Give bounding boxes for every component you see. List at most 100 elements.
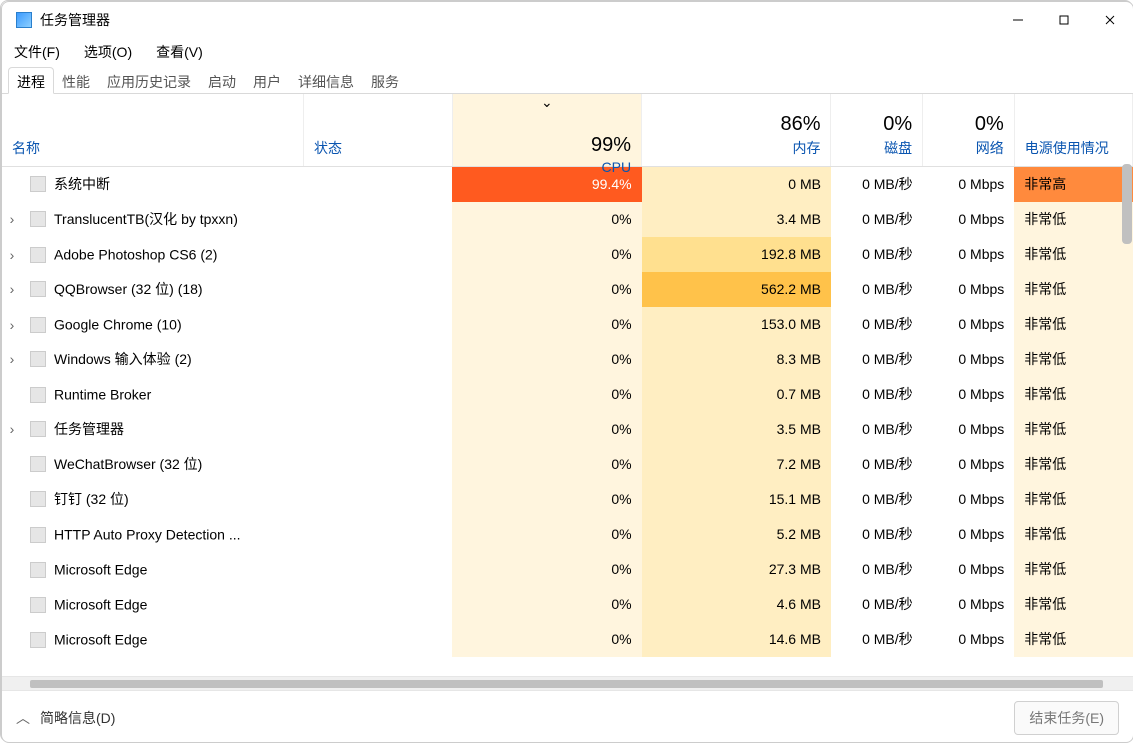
- process-name: Runtime Broker: [54, 387, 151, 403]
- table-row[interactable]: Runtime Broker0%0.7 MB0 MB/秒0 Mbps非常低: [2, 377, 1133, 412]
- expand-icon[interactable]: ›: [2, 281, 22, 297]
- cell-mem: 3.5 MB: [642, 412, 831, 447]
- table-row[interactable]: HTTP Auto Proxy Detection ...0%5.2 MB0 M…: [2, 517, 1133, 552]
- cell-mem: 4.6 MB: [642, 587, 831, 622]
- cell-status: [303, 272, 452, 307]
- cell-net: 0 Mbps: [923, 237, 1015, 272]
- tab-2[interactable]: 应用历史记录: [98, 67, 200, 94]
- cell-mem: 192.8 MB: [642, 237, 831, 272]
- tab-0[interactable]: 进程: [8, 67, 54, 94]
- cell-disk: 0 MB/秒: [831, 167, 923, 202]
- col-mem[interactable]: 86% 内存: [642, 94, 831, 167]
- cell-power: 非常低: [1014, 552, 1132, 587]
- col-disk-label: 磁盘: [841, 138, 912, 158]
- horizontal-scrollbar-thumb[interactable]: [30, 680, 1103, 688]
- table-row[interactable]: Microsoft Edge0%14.6 MB0 MB/秒0 Mbps非常低: [2, 622, 1133, 657]
- cell-power: 非常低: [1014, 622, 1132, 657]
- cell-disk: 0 MB/秒: [831, 342, 923, 377]
- expand-icon[interactable]: ›: [2, 317, 22, 333]
- process-name: Microsoft Edge: [54, 562, 147, 578]
- cell-mem: 0.7 MB: [642, 377, 831, 412]
- cell-status: [303, 412, 452, 447]
- table-row[interactable]: ›Google Chrome (10)0%153.0 MB0 MB/秒0 Mbp…: [2, 307, 1133, 342]
- details-toggle[interactable]: ︿ 简略信息(D): [16, 708, 115, 728]
- menu-view[interactable]: 查看(V): [152, 40, 207, 64]
- titlebar: 任务管理器: [2, 2, 1133, 38]
- table-row[interactable]: ›Adobe Photoshop CS6 (2)0%192.8 MB0 MB/秒…: [2, 237, 1133, 272]
- tab-4[interactable]: 用户: [244, 67, 290, 94]
- close-button[interactable]: [1087, 2, 1133, 38]
- table-row[interactable]: 钉钉 (32 位)0%15.1 MB0 MB/秒0 Mbps非常低: [2, 482, 1133, 517]
- expand-icon[interactable]: ›: [2, 247, 22, 263]
- menu-file[interactable]: 文件(F): [10, 40, 64, 64]
- menu-options[interactable]: 选项(O): [80, 40, 136, 64]
- cell-net: 0 Mbps: [923, 447, 1015, 482]
- cell-name: ›Google Chrome (10): [2, 307, 303, 342]
- table-row[interactable]: ›QQBrowser (32 位) (18)0%562.2 MB0 MB/秒0 …: [2, 272, 1133, 307]
- tab-3[interactable]: 启动: [199, 67, 245, 94]
- cell-name: Microsoft Edge: [2, 587, 303, 622]
- col-net[interactable]: 0% 网络: [923, 94, 1015, 167]
- cell-disk: 0 MB/秒: [831, 447, 923, 482]
- table-row[interactable]: ›任务管理器0%3.5 MB0 MB/秒0 Mbps非常低: [2, 412, 1133, 447]
- sort-indicator-icon: ⌄: [541, 94, 553, 110]
- cell-name: HTTP Auto Proxy Detection ...: [2, 517, 303, 552]
- tab-1[interactable]: 性能: [53, 67, 99, 94]
- cell-disk: 0 MB/秒: [831, 307, 923, 342]
- cell-name: 系统中断: [2, 167, 303, 202]
- cell-mem: 14.6 MB: [642, 622, 831, 657]
- cell-power: 非常低: [1014, 447, 1132, 482]
- table-row[interactable]: ›TranslucentTB(汉化 by tpxxn)0%3.4 MB0 MB/…: [2, 202, 1133, 237]
- col-disk[interactable]: 0% 磁盘: [831, 94, 923, 167]
- cell-net: 0 Mbps: [923, 517, 1015, 552]
- cell-mem: 3.4 MB: [642, 202, 831, 237]
- cell-name: › TranslucentTB(汉化 by tpxxn): [2, 202, 303, 237]
- col-name[interactable]: 名称: [2, 94, 303, 167]
- col-status[interactable]: 状态: [303, 94, 452, 167]
- cell-power: 非常高: [1014, 167, 1132, 202]
- tab-5[interactable]: 详细信息: [289, 67, 363, 94]
- vertical-scrollbar[interactable]: [1122, 164, 1132, 244]
- cell-net: 0 Mbps: [923, 552, 1015, 587]
- cell-mem: 27.3 MB: [642, 552, 831, 587]
- cell-net: 0 Mbps: [923, 482, 1015, 517]
- cell-name: Microsoft Edge: [2, 622, 303, 657]
- process-name: WeChatBrowser (32 位): [54, 456, 202, 472]
- maximize-button[interactable]: [1041, 2, 1087, 38]
- cell-mem: 8.3 MB: [642, 342, 831, 377]
- cell-mem: 5.2 MB: [642, 517, 831, 552]
- cell-net: 0 Mbps: [923, 342, 1015, 377]
- process-name: TranslucentTB(汉化 by tpxxn): [54, 211, 238, 227]
- expand-icon[interactable]: ›: [2, 421, 22, 437]
- cell-disk: 0 MB/秒: [831, 272, 923, 307]
- details-toggle-label: 简略信息(D): [40, 708, 115, 728]
- col-cpu[interactable]: ⌄ 99% CPU: [452, 94, 641, 167]
- cell-mem: 562.2 MB: [642, 272, 831, 307]
- table-row[interactable]: ›Windows 输入体验 (2)0%8.3 MB0 MB/秒0 Mbps非常低: [2, 342, 1133, 377]
- cell-status: [303, 167, 452, 202]
- process-name: 钉钉 (32 位): [54, 491, 129, 507]
- chevron-up-icon: ︿: [16, 708, 30, 728]
- minimize-button[interactable]: [995, 2, 1041, 38]
- table-row[interactable]: Microsoft Edge0%27.3 MB0 MB/秒0 Mbps非常低: [2, 552, 1133, 587]
- process-name: Windows 输入体验 (2): [54, 351, 192, 367]
- table-row[interactable]: WeChatBrowser (32 位)0%7.2 MB0 MB/秒0 Mbps…: [2, 447, 1133, 482]
- cell-power: 非常低: [1014, 517, 1132, 552]
- cell-cpu: 0%: [452, 377, 641, 412]
- process-icon: [30, 176, 46, 192]
- cell-disk: 0 MB/秒: [831, 622, 923, 657]
- end-task-button[interactable]: 结束任务(E): [1014, 701, 1119, 735]
- window-controls: [995, 2, 1133, 38]
- table-row[interactable]: Microsoft Edge0%4.6 MB0 MB/秒0 Mbps非常低: [2, 587, 1133, 622]
- horizontal-scrollbar[interactable]: [2, 676, 1133, 690]
- expand-icon[interactable]: ›: [2, 351, 22, 367]
- process-name: Adobe Photoshop CS6 (2): [54, 247, 217, 263]
- tab-6[interactable]: 服务: [362, 67, 408, 94]
- col-name-label: 名称: [12, 138, 293, 158]
- process-icon: [30, 456, 46, 472]
- cell-power: 非常低: [1014, 412, 1132, 447]
- cell-power: 非常低: [1014, 482, 1132, 517]
- col-power[interactable]: 电源使用情况: [1014, 94, 1132, 167]
- cell-net: 0 Mbps: [923, 622, 1015, 657]
- expand-icon[interactable]: ›: [2, 211, 22, 227]
